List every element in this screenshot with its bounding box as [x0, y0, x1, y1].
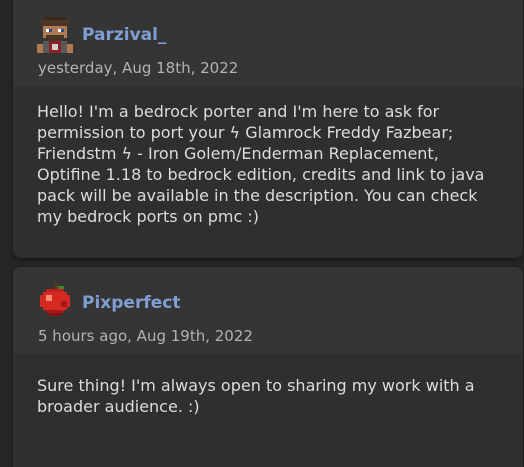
comment-header: Pixperfect 5 hours ago, Aug 19th, 2022 [13, 267, 523, 354]
red-apple-avatar-icon[interactable] [37, 283, 73, 319]
comment-body: Hello! I'm a bedrock porter and I'm here… [13, 86, 523, 258]
comment-timestamp: yesterday, Aug 18th, 2022 [38, 59, 239, 77]
comment-message: Hello! I'm a bedrock porter and I'm here… [37, 102, 485, 226]
comment-message: Sure thing! I'm always open to sharing m… [37, 376, 475, 416]
comment-card: Parzival_ yesterday, Aug 18th, 2022 Hell… [13, 0, 523, 258]
pixel-character-avatar-icon[interactable] [37, 17, 73, 53]
comment-timestamp: 5 hours ago, Aug 19th, 2022 [38, 327, 253, 345]
comment-body: Sure thing! I'm always open to sharing m… [13, 354, 523, 467]
comment-card: Pixperfect 5 hours ago, Aug 19th, 2022 S… [13, 267, 523, 467]
username-link[interactable]: Pixperfect [82, 293, 180, 313]
comment-header: Parzival_ yesterday, Aug 18th, 2022 [13, 0, 523, 86]
username-link[interactable]: Parzival_ [82, 25, 166, 45]
